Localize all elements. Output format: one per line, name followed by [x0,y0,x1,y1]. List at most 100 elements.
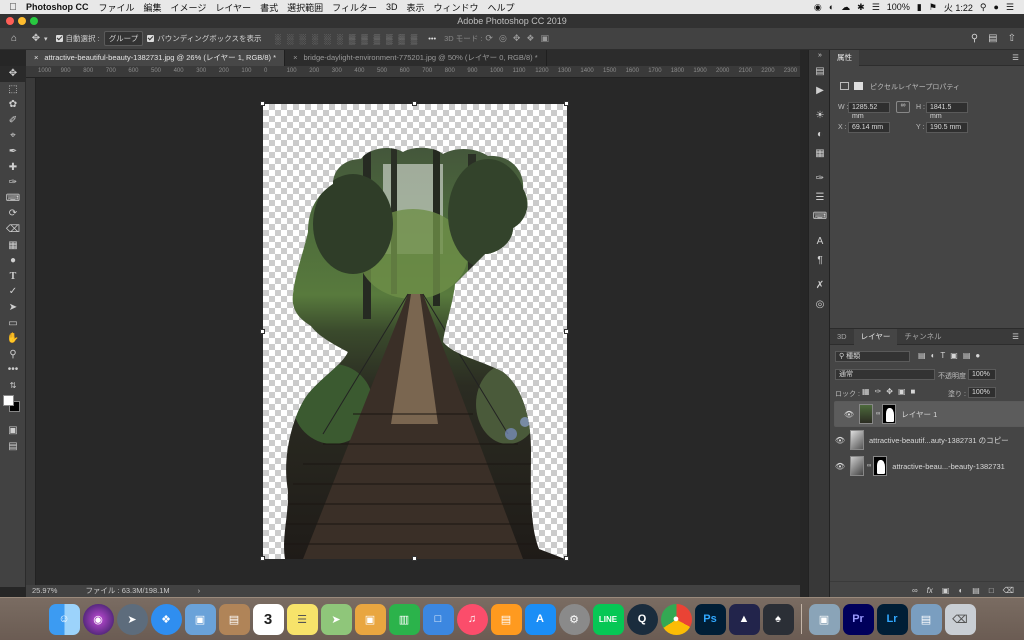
music-icon[interactable]: ♫ [456,603,488,635]
more-tools-icon[interactable]: ••• [0,362,26,378]
menu-select[interactable]: 選択範囲 [287,1,323,14]
3d-scale-icon[interactable]: ▣ [540,33,549,44]
safari-icon[interactable]: ❖ [150,603,182,635]
maps-icon[interactable]: ➤ [320,603,352,635]
3d-roll-icon[interactable]: ◎ [499,33,507,44]
align-right-icon[interactable]: ░ [336,34,342,44]
layer-row[interactable]: 👁 ∞ レイヤー 1 [834,401,1024,427]
tab-document-1[interactable]: × attractive-beautiful-beauty-1382731.jpg… [26,50,286,66]
brush-tool-icon[interactable]: ✑ [0,175,26,191]
transform-handle[interactable] [260,556,265,561]
more-options-icon[interactable]: ••• [428,34,436,43]
keynote-icon[interactable]: □ [422,603,454,635]
quick-select-tool-icon[interactable]: ✐ [0,113,26,129]
link-layers-icon[interactable]: ∞ [912,586,918,595]
new-layer-icon[interactable]: □ [989,586,994,595]
menu-image[interactable]: イメージ [171,1,207,14]
adjustments-icon[interactable]: ☀ [809,106,831,125]
align-bottom-icon[interactable]: ░ [299,34,305,44]
lasso-tool-icon[interactable]: ✿ [0,97,26,113]
line-icon[interactable]: LINE [592,603,624,635]
add-mask-icon[interactable]: ▣ [942,586,950,595]
trash-icon[interactable]: ⌫ [944,603,976,635]
align-left-icon[interactable]: ░ [312,34,318,44]
eye-icon[interactable]: 👁 [839,410,859,419]
transform-handle[interactable] [260,329,265,334]
wifi-icon[interactable]: ☰ [872,2,880,13]
collapse-icon[interactable]: » [809,50,831,62]
screen-mode-icon[interactable]: ▤ [0,439,26,455]
x-field[interactable]: 69.14 mm [848,122,890,133]
layer-mask-thumbnail[interactable] [882,404,897,424]
zoom-tool-icon[interactable]: ⚲ [0,347,26,363]
fx-icon[interactable]: fx [927,586,933,595]
layer-mask-thumbnail[interactable] [873,456,888,476]
fill-field[interactable]: 100% [968,387,996,398]
calendar-icon[interactable]: 3 [252,603,284,635]
transform-handle[interactable] [564,329,569,334]
crop-tool-icon[interactable]: ⌖ [0,128,26,144]
transform-handle[interactable] [412,556,417,561]
zoom-button[interactable] [30,17,38,25]
close-tab-icon[interactable]: × [34,53,38,62]
quick-mask-icon[interactable]: ▣ [0,423,26,439]
menu-help[interactable]: ヘルプ [488,1,515,14]
tab-channels[interactable]: チャンネル [897,329,948,345]
filter-shape-icon[interactable]: ▣ [950,351,958,360]
chain-icon[interactable]: ∞ [876,411,880,417]
bluetooth-icon[interactable]: ✱ [857,2,865,13]
filter-toggle-icon[interactable]: ● [975,351,980,360]
tools-preset-icon[interactable]: ✗ [809,276,831,295]
close-button[interactable] [6,17,14,25]
rectangle-tool-icon[interactable]: ▭ [0,316,26,332]
minimize-button[interactable] [18,17,26,25]
3d-rotate-icon[interactable]: ⟳ [485,33,493,44]
distribute-middle-icon[interactable]: ▒ [361,34,367,44]
panel-menu-icon[interactable]: ☰ [1012,53,1024,62]
filter-smart-icon[interactable]: ▤ [963,351,971,360]
list-icon[interactable]: ☰ [1006,2,1014,13]
menu-file[interactable]: ファイル [99,1,135,14]
launchpad-icon[interactable]: ➤ [116,603,148,635]
tab-properties[interactable]: 属性 [830,49,859,66]
menu-edit[interactable]: 編集 [144,1,162,14]
distribute-bottom-icon[interactable]: ▒ [374,34,380,44]
brush-settings-icon[interactable]: ✑ [809,169,831,188]
photos-booth-icon[interactable]: ▣ [354,603,386,635]
3d-slide-icon[interactable]: ❖ [526,33,534,44]
styles-icon[interactable]: ◐ [809,125,831,144]
record-icon[interactable]: ◉ [814,2,822,13]
hand-tool-icon[interactable]: ✋ [0,331,26,347]
finder-icon[interactable]: ☺ [48,603,80,635]
eraser-tool-icon[interactable]: ⌫ [0,222,26,238]
menu-3d[interactable]: 3D [386,2,398,12]
numbers-icon[interactable]: ▥ [388,603,420,635]
path-select-tool-icon[interactable]: ➤ [0,300,26,316]
move-tool-preset-icon[interactable]: ✥ [28,33,44,44]
lock-all-icon[interactable]: ■ [911,387,916,396]
swap-colors-icon[interactable]: ⇅ [0,378,26,394]
distribute-left-icon[interactable]: ▒ [386,34,392,44]
move-tool-icon[interactable]: ✥ [0,66,26,82]
align-center-icon[interactable]: ░ [324,34,330,44]
paragraph-icon[interactable]: ¶ [809,251,831,270]
user-icon[interactable]: ● [993,2,998,12]
transform-handle[interactable] [412,101,417,106]
trash-icon[interactable]: ⌫ [1003,586,1014,595]
swatches-icon[interactable]: ▦ [809,144,831,163]
eye-icon[interactable]: 👁 [830,436,850,445]
filter-type-icon[interactable]: T [940,351,945,360]
app-store-icon[interactable]: A [524,603,556,635]
dodge-tool-icon[interactable]: ● [0,253,26,269]
align-top-icon[interactable]: ░ [275,34,281,44]
transform-handle[interactable] [260,101,265,106]
adjustment-layer-icon[interactable]: ◐ [958,586,963,595]
books-icon[interactable]: ▤ [490,603,522,635]
blend-mode-dropdown[interactable]: 通常 [835,369,935,380]
distribute-center-icon[interactable]: ▒ [398,34,404,44]
marquee-tool-icon[interactable]: ⬚ [0,82,26,98]
layer-mask-icon[interactable] [854,82,863,90]
transform-handle[interactable] [564,556,569,561]
menu-type[interactable]: 書式 [260,1,278,14]
document-canvas[interactable] [260,101,569,561]
